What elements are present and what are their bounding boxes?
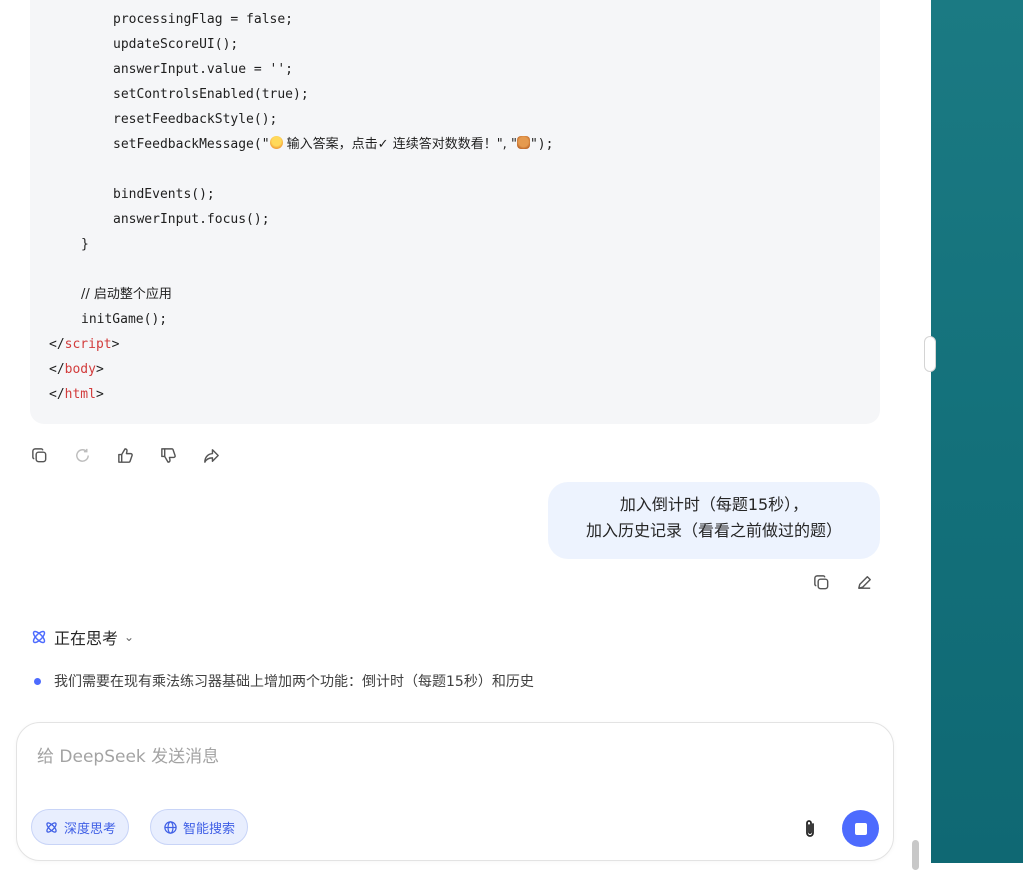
code-line-close-html: </html>: [49, 387, 104, 402]
user-message-line: 加入历史记录（看看之前做过的题）: [585, 521, 842, 540]
thinking-label: 正在思考: [54, 629, 119, 648]
code-line: updateScoreUI();: [113, 37, 239, 52]
code-line: bindEvents();: [113, 187, 215, 202]
paperclip-icon[interactable]: [800, 818, 820, 840]
code-line-close-script: </script>: [49, 337, 120, 352]
user-message-line: 加入倒计时（每题15秒），: [619, 495, 809, 514]
code-line: }: [81, 237, 89, 252]
deep-think-button[interactable]: 深度思考: [31, 809, 130, 845]
stop-generation-button[interactable]: [842, 810, 879, 847]
side-panel: [931, 0, 1023, 863]
code-text: 输入答案，点击✓ 连续答对数数看！", ": [282, 137, 517, 152]
user-message-bubble: 加入倒计时（每题15秒）， 加入历史记录（看看之前做过的题）: [548, 482, 880, 559]
atom-icon: [46, 821, 57, 833]
panel-resize-handle[interactable]: [924, 336, 936, 372]
tag-name: html: [64, 387, 96, 402]
code-line: resetFeedbackStyle();: [113, 112, 278, 127]
bullet-dot: [34, 677, 41, 685]
refresh-icon[interactable]: [71, 444, 93, 466]
code-line: answerInput.focus();: [113, 212, 270, 227]
thinking-text: 我们需要在现有乘法练习器基础上增加两个功能：倒计时（每题15秒）和历史: [54, 674, 534, 690]
thumbs-down-icon[interactable]: [157, 444, 179, 466]
copy-icon[interactable]: [810, 571, 832, 593]
chevron-down-icon: ⌄: [124, 630, 135, 644]
code-text: ");: [529, 137, 554, 152]
web-search-label: 智能搜索: [183, 821, 236, 837]
thumbs-up-icon[interactable]: [114, 444, 136, 466]
code-line: initGame();: [81, 312, 168, 327]
message-input[interactable]: [35, 743, 859, 771]
code-comment: // 启动整个应用: [81, 287, 172, 302]
globe-icon: [164, 820, 177, 834]
code-text: setFeedbackMessage(": [113, 137, 270, 152]
tag-name: body: [64, 362, 96, 377]
edit-icon[interactable]: [853, 571, 875, 593]
code-line-close-body: </body>: [49, 362, 104, 377]
copy-icon[interactable]: [28, 444, 50, 466]
code-line: setControlsEnabled(true);: [113, 87, 309, 102]
message-composer: 深度思考 智能搜索: [16, 722, 894, 861]
tag-name: script: [64, 337, 112, 352]
scrollbar-thumb[interactable]: [912, 840, 919, 870]
thinking-content: 我们需要在现有乘法练习器基础上增加两个功能：倒计时（每题15秒）和历史: [34, 670, 534, 692]
bear-emoji-icon: [516, 136, 530, 149]
code-line-feedback: setFeedbackMessage(" 输入答案，点击✓ 连续答对数数看！",…: [113, 132, 553, 157]
chick-emoji-icon: [269, 136, 283, 149]
code-line: answerInput.value = '';: [113, 62, 294, 77]
atom-icon: [32, 630, 46, 644]
stop-icon: [854, 822, 867, 835]
deep-think-label: 深度思考: [64, 821, 117, 837]
web-search-button[interactable]: 智能搜索: [150, 809, 249, 845]
thinking-toggle[interactable]: 正在思考 ⌄: [30, 625, 134, 649]
code-line: processingFlag = false;: [113, 12, 294, 27]
share-icon[interactable]: [200, 444, 222, 466]
